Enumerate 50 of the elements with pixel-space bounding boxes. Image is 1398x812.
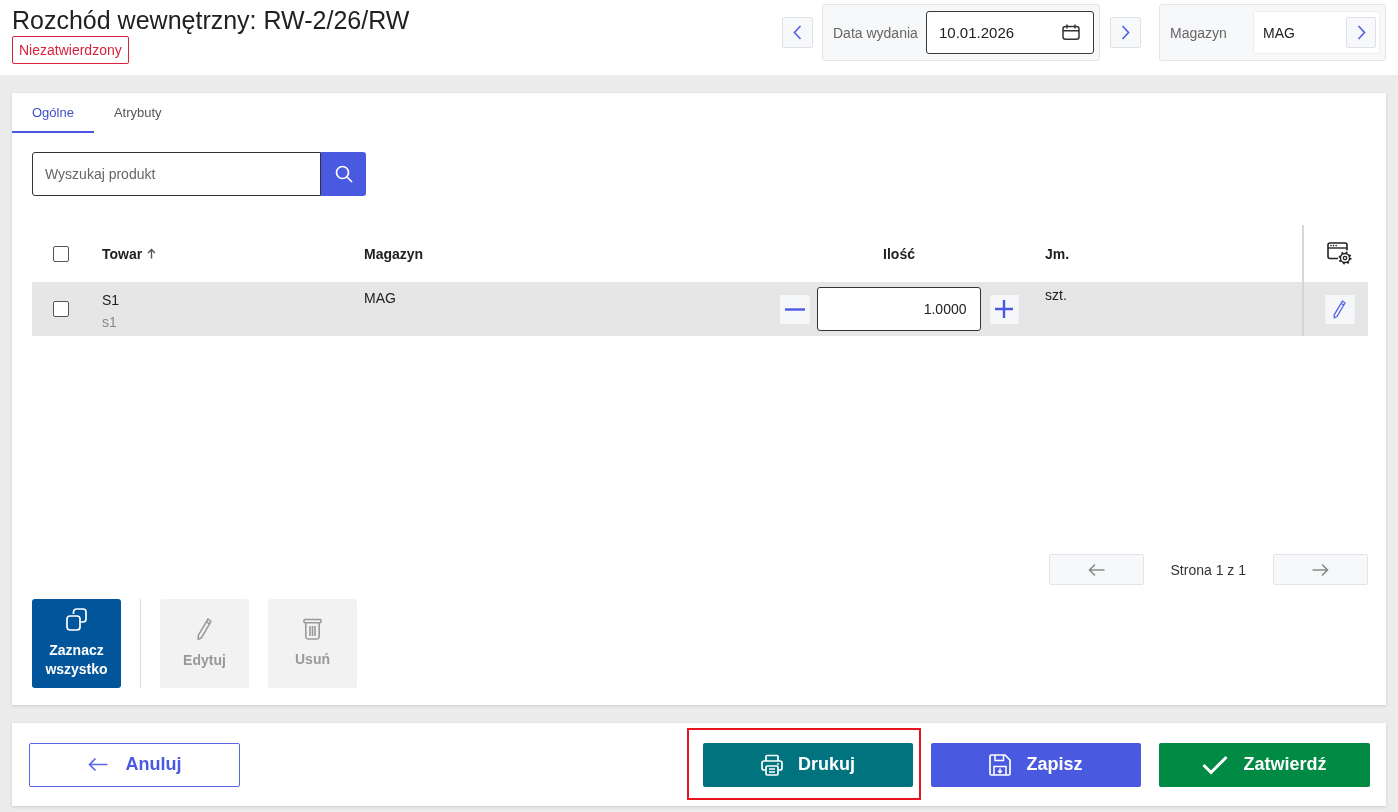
page-title: Rozchód wewnętrzny: RW-2/26/RW: [12, 6, 410, 34]
column-header[interactable]: Towar: [102, 245, 143, 262]
next-date-button[interactable]: [1110, 17, 1141, 48]
cancel-button[interactable]: Anuluj: [29, 742, 240, 787]
minus-icon: [784, 307, 805, 311]
unit-cell: szt.: [1045, 286, 1067, 304]
search-icon: [334, 165, 353, 183]
tab[interactable]: Ogólne: [12, 93, 94, 133]
save-button[interactable]: Zapisz: [931, 742, 1141, 787]
product-name: S1: [102, 291, 120, 309]
date-input[interactable]: 10.01.2026: [926, 11, 1094, 54]
select-all-checkbox[interactable]: [53, 245, 69, 262]
plus-icon: [995, 300, 1013, 318]
print-button[interactable]: Drukuj: [703, 742, 913, 787]
arrow-left-icon: [87, 757, 108, 772]
settings-icon[interactable]: [1327, 242, 1352, 265]
tab[interactable]: Atrybuty: [93, 93, 182, 133]
pencil-icon: [197, 617, 212, 641]
row-checkbox[interactable]: [53, 301, 69, 317]
edit-row-button[interactable]: [1323, 293, 1356, 325]
select-all-button[interactable]: Zaznacz wszystko: [32, 599, 121, 688]
status-badge: Niezatwierdzony: [12, 36, 129, 64]
previous-date-button[interactable]: [782, 17, 813, 48]
checkmark-icon: [1202, 754, 1229, 775]
calendar-icon[interactable]: [1062, 24, 1080, 40]
sort-up-icon[interactable]: [147, 248, 157, 259]
page-indicator: Strona 1 z 1: [1170, 561, 1246, 578]
quantity-input[interactable]: 1.0000: [816, 287, 981, 331]
chevron-left-icon: [793, 25, 802, 40]
increase-button[interactable]: [988, 293, 1020, 325]
search-input[interactable]: Wyszukaj produkt: [32, 152, 321, 196]
warehouse-select-button[interactable]: [1346, 17, 1376, 48]
arrow-right-icon: [1312, 562, 1329, 577]
trash-icon: [303, 618, 322, 640]
column-header[interactable]: Ilość: [883, 245, 915, 262]
pencil-icon: [1333, 299, 1346, 319]
confirm-button[interactable]: Zatwierdź: [1159, 742, 1370, 787]
product-code: s1: [102, 313, 117, 331]
search-button[interactable]: [321, 152, 366, 196]
warehouse-label: Magazyn: [1170, 24, 1228, 41]
decrease-button[interactable]: [778, 293, 811, 325]
arrow-left-icon: [1087, 562, 1105, 577]
chevron-right-icon: [1121, 25, 1130, 40]
copy-icon: [66, 608, 87, 631]
column-header[interactable]: Jm.: [1045, 245, 1070, 262]
chevron-right-icon: [1356, 25, 1366, 40]
column-header[interactable]: Magazyn: [364, 245, 424, 262]
printer-icon: [761, 753, 783, 776]
date-label: Data wydania: [833, 24, 919, 41]
warehouse-cell: MAG: [364, 289, 396, 307]
